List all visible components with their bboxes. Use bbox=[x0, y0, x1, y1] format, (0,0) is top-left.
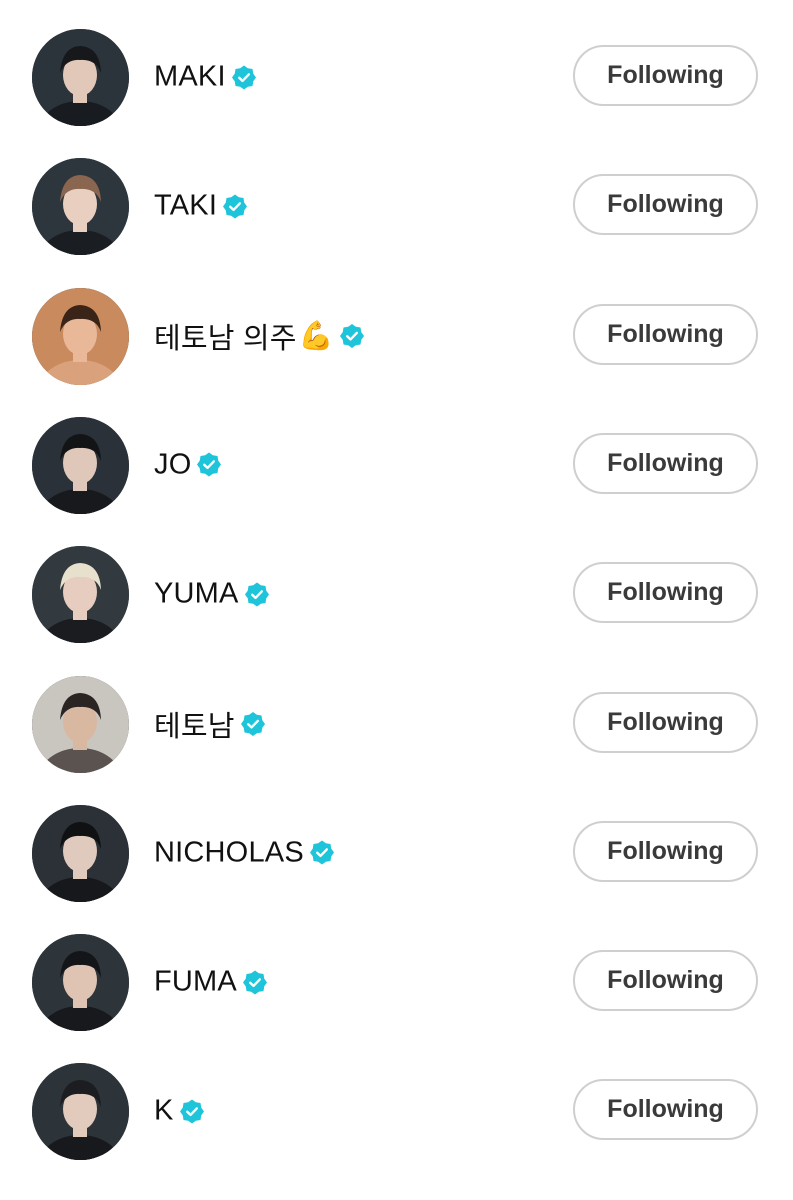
verified-badge-icon bbox=[242, 970, 267, 995]
account-name-group[interactable]: MAKI bbox=[154, 61, 256, 94]
account-name: YUMA bbox=[154, 577, 239, 610]
avatar[interactable] bbox=[32, 675, 129, 773]
account-row[interactable]: NICHOLAS Following bbox=[0, 776, 793, 905]
verified-badge-icon bbox=[339, 323, 364, 348]
account-row[interactable]: 테토남 의주 💪 Following bbox=[0, 259, 793, 388]
avatar[interactable] bbox=[32, 934, 129, 1032]
verified-badge-icon bbox=[240, 711, 265, 736]
following-button[interactable]: Following bbox=[573, 950, 758, 1012]
account-name-group[interactable]: YUMA bbox=[154, 578, 269, 611]
account-name: 테토남 의주 bbox=[154, 322, 297, 355]
account-name: K bbox=[154, 1094, 174, 1127]
following-button[interactable]: Following bbox=[573, 45, 758, 106]
following-button[interactable]: Following bbox=[573, 562, 758, 624]
account-name: TAKI bbox=[154, 189, 218, 222]
verified-badge-icon bbox=[244, 582, 269, 607]
avatar[interactable] bbox=[32, 804, 129, 902]
avatar[interactable] bbox=[32, 416, 129, 514]
verified-badge-icon bbox=[309, 840, 334, 865]
following-button[interactable]: Following bbox=[573, 691, 758, 753]
avatar[interactable] bbox=[32, 1063, 129, 1161]
account-row[interactable]: YUMA Following bbox=[0, 517, 793, 646]
following-button[interactable]: Following bbox=[573, 174, 758, 236]
verified-badge-icon bbox=[197, 452, 222, 477]
account-name-group[interactable]: 테토남 의주 💪 bbox=[154, 315, 364, 357]
account-name-group[interactable]: K bbox=[154, 1095, 204, 1128]
account-row[interactable]: K Following bbox=[0, 1034, 793, 1163]
account-name: 테토남 bbox=[154, 710, 235, 743]
following-button[interactable]: Following bbox=[573, 432, 758, 494]
avatar[interactable] bbox=[32, 287, 129, 385]
account-row[interactable]: FUMA Following bbox=[0, 905, 793, 1034]
following-list: MAKI Following TAKI Following 테토남 의주 💪 Followi… bbox=[0, 0, 793, 1200]
flexed-biceps-emoji: 💪 bbox=[298, 319, 334, 351]
following-button[interactable]: Following bbox=[573, 303, 758, 365]
account-name-group[interactable]: NICHOLAS bbox=[154, 836, 334, 869]
account-name-group[interactable]: 테토남 bbox=[154, 703, 265, 745]
verified-badge-icon bbox=[223, 194, 248, 219]
verified-badge-icon bbox=[179, 1099, 204, 1124]
account-row[interactable]: MAKI Following bbox=[0, 0, 793, 129]
account-row[interactable]: JO Following bbox=[0, 388, 793, 517]
account-name-group[interactable]: FUMA bbox=[154, 966, 267, 999]
account-name: FUMA bbox=[154, 965, 237, 998]
account-name: MAKI bbox=[154, 60, 226, 93]
avatar[interactable] bbox=[32, 158, 129, 256]
verified-badge-icon bbox=[231, 65, 256, 89]
account-row[interactable]: TAKI Following bbox=[0, 129, 793, 258]
account-row[interactable]: 테토남 Following bbox=[0, 647, 793, 776]
account-name: JO bbox=[154, 448, 192, 481]
account-name: NICHOLAS bbox=[154, 836, 304, 869]
avatar[interactable] bbox=[32, 546, 129, 644]
account-name-group[interactable]: JO bbox=[154, 448, 222, 481]
following-button[interactable]: Following bbox=[573, 820, 758, 882]
account-name-group[interactable]: TAKI bbox=[154, 189, 248, 223]
following-button[interactable]: Following bbox=[573, 1079, 758, 1141]
avatar[interactable] bbox=[32, 29, 129, 126]
